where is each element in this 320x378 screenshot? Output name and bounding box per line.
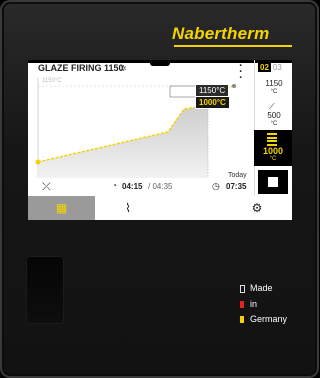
duration-total: / 04:35 xyxy=(148,182,173,191)
heating-icon: ▦ xyxy=(55,201,68,215)
legend-swatch-yellow xyxy=(240,316,244,323)
rate-value: 500 xyxy=(267,111,281,120)
current-temp-value: 1000 xyxy=(262,146,284,156)
tab-chart[interactable]: ⌇ xyxy=(95,196,161,220)
start-point xyxy=(35,159,41,165)
program-title: GLAZE FIRING 1150 xyxy=(38,63,124,73)
segment-indicator: 02 03 xyxy=(258,63,284,72)
actual-temp-tooltip: 1000°C xyxy=(195,96,230,109)
duration-elapsed: 04:15 xyxy=(122,182,143,191)
setpoint-unit: °C xyxy=(270,89,278,95)
heating-element-icon xyxy=(267,133,277,146)
current-temp-panel: 1000 °C xyxy=(254,130,292,166)
tab-heating[interactable]: ▦ xyxy=(28,196,95,220)
gear-icon: ⚙ xyxy=(251,201,263,215)
collapse-icon[interactable]: ⤫ xyxy=(42,181,51,194)
clock-time: 07:35 xyxy=(226,182,247,191)
chart-axis-label: 1150°C xyxy=(42,78,62,84)
screen-notch xyxy=(150,60,170,66)
legend-in: in xyxy=(250,299,258,309)
stop-icon xyxy=(268,177,278,187)
legend-swatch-black xyxy=(240,285,245,293)
bottom-tab-bar: ▦ ⌇ ⚙ xyxy=(28,196,292,220)
progress-area xyxy=(38,94,208,178)
chart-icon: ⌇ xyxy=(125,201,131,215)
status-row: ⤫ ◔ 04:15 / 04:35 ◷ 07:35 xyxy=(28,180,254,194)
legend-made: Made xyxy=(250,283,273,293)
tab-settings[interactable]: ⚙ xyxy=(222,196,292,220)
tab-spacer xyxy=(161,196,222,220)
usb-cover[interactable] xyxy=(26,256,64,324)
brand-underline xyxy=(174,45,292,47)
brand-logo: Nabertherm xyxy=(172,24,270,43)
setpoint-value: 1150 xyxy=(265,79,283,88)
today-label: Today xyxy=(228,172,247,179)
end-point xyxy=(232,84,236,88)
segment-total: 03 xyxy=(272,63,282,72)
segment-current: 02 xyxy=(258,63,271,72)
settings-small-icon[interactable]: ✲ xyxy=(120,64,127,73)
legend-swatch-red xyxy=(240,301,244,308)
legend-germany: Germany xyxy=(250,314,288,324)
touch-screen: GLAZE FIRING 1150 ✲ · · · 1150°C 1150°C 10… xyxy=(28,60,292,220)
current-temp-unit: °C xyxy=(269,156,277,162)
controller-device: Nabertherm GLAZE FIRING 1150 ✲ · · · 115… xyxy=(0,0,319,378)
timer-icon: ◔ xyxy=(112,181,117,190)
rate-unit: °C xyxy=(270,121,278,127)
stop-button[interactable] xyxy=(258,170,288,194)
clock-icon: ◷ xyxy=(212,181,220,191)
